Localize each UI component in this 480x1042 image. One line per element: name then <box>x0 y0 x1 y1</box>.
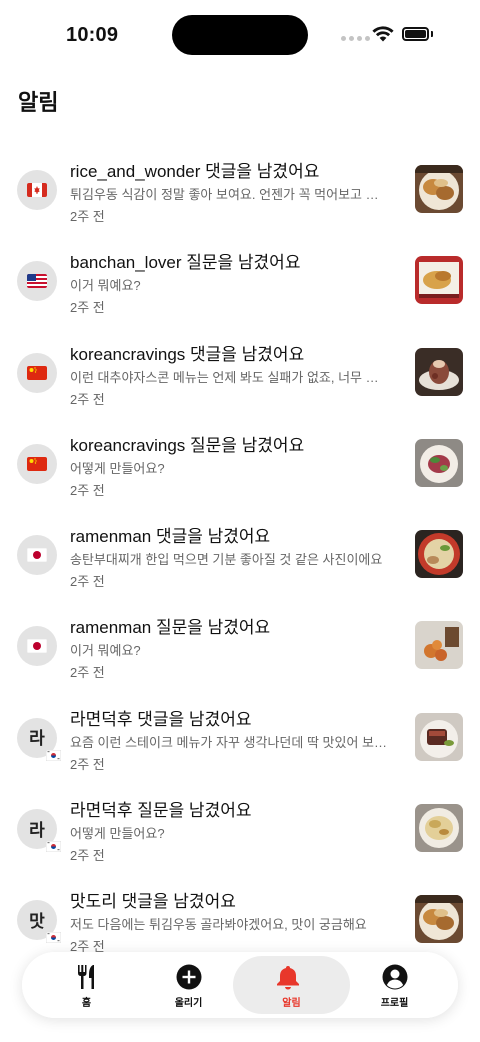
tab-label: 올리기 <box>174 998 203 1009</box>
tab-label: 알림 <box>282 998 301 1009</box>
notification-title: koreancravings 질문을 남겼어요 <box>70 435 305 455</box>
page-title: 알림 <box>18 90 59 115</box>
notification-title: ramenman 댓글을 남겼어요 <box>70 527 271 547</box>
notification-time: 2주 전 <box>70 756 105 772</box>
notification-title: ramenman 질문을 남겼어요 <box>70 618 271 638</box>
avatar: 라 <box>17 717 61 761</box>
notification-title: koreancravings 댓글을 남겼어요 <box>70 344 305 364</box>
notification-time: 2주 전 <box>70 300 105 316</box>
food-thumbnail[interactable] <box>415 347 463 396</box>
notification-item[interactable]: koreancravings 질문을 남겼어요 어떻게 만들어요? 2주 전 <box>0 420 480 511</box>
food-thumbnail[interactable] <box>415 621 463 670</box>
flag-canada-icon <box>27 183 47 197</box>
bell-icon <box>276 966 299 990</box>
food-thumbnail[interactable] <box>415 712 463 761</box>
avatar-initial: 맛 <box>29 911 45 931</box>
avatar-initial: 라 <box>29 820 45 840</box>
notification-message: 이런 대추야자스콘 메뉴는 언제 봐도 실패가 없죠, 너무 맛있어 보여요 <box>70 369 388 385</box>
avatar: 맛 <box>17 900 61 944</box>
notification-item[interactable]: rice_and_wonder 댓글을 남겼어요 튀김우동 식감이 정말 좋아 … <box>0 146 480 237</box>
notification-title: 맛도리 댓글을 남겼어요 <box>70 892 236 912</box>
notification-item[interactable]: banchan_lover 질문을 남겼어요 이거 뭐예요? 2주 전 <box>0 237 480 328</box>
flag-japan-icon <box>27 639 47 654</box>
tab-home[interactable]: 홈 <box>32 952 141 1018</box>
notification-item[interactable]: 라 라면덕후 댓글을 남겼어요 요즘 이런 스테이크 메뉴가 자꾸 생각나던데 … <box>0 694 480 785</box>
fork-knife-icon <box>77 965 94 989</box>
plus-circle-icon <box>176 964 201 990</box>
flag-korea-icon <box>46 932 61 944</box>
battery-icon <box>402 27 429 41</box>
avatar <box>17 626 57 667</box>
signal-icon <box>341 36 370 41</box>
notification-title: 라면덕후 질문을 남겼어요 <box>70 801 252 821</box>
profile-icon <box>382 964 407 990</box>
flag-usa-icon <box>27 274 47 289</box>
flag-korea-icon <box>46 749 61 761</box>
avatar <box>17 352 57 393</box>
avatar <box>17 261 57 302</box>
avatar-initial: 라 <box>29 729 45 749</box>
notification-message: 이거 뭐예요? <box>70 278 141 294</box>
dynamic-island <box>172 15 308 55</box>
tab-notifications[interactable]: 알림 <box>233 952 350 1018</box>
notification-time: 2주 전 <box>70 482 105 498</box>
notification-message: 어떻게 만들어요? <box>70 460 165 476</box>
status-bar: 10:09 <box>0 0 480 70</box>
avatar <box>17 443 57 484</box>
notification-time: 2주 전 <box>70 574 105 590</box>
avatar: 라 <box>17 809 61 853</box>
notification-message: 송탄부대찌개 한입 먹으면 기분 좋아질 것 같은 사진이에요 <box>70 552 383 568</box>
flag-korea-icon <box>46 841 61 853</box>
avatar <box>17 535 57 576</box>
status-time: 10:09 <box>66 24 119 46</box>
wifi-icon <box>372 26 394 42</box>
food-thumbnail[interactable] <box>415 438 463 487</box>
flag-china-icon <box>27 456 47 471</box>
flag-japan-icon <box>27 548 47 563</box>
notification-item[interactable]: 라 라면덕후 질문을 남겼어요 어떻게 만들어요? 2주 전 <box>0 785 480 876</box>
notification-message: 튀김우동 식감이 정말 좋아 보여요. 언젠가 꼭 먹어보고 싶어요! <box>70 187 388 202</box>
notification-item[interactable]: koreancravings 댓글을 남겼어요 이런 대추야자스콘 메뉴는 언제… <box>0 329 480 420</box>
notification-time: 2주 전 <box>70 391 105 407</box>
food-thumbnail[interactable] <box>415 256 463 305</box>
tab-profile[interactable]: 프로필 <box>340 952 449 1018</box>
notification-message: 저도 다음에는 튀김우동 골라봐야겠어요, 맛이 궁금해요 <box>70 917 367 933</box>
notification-title: 라면덕후 댓글을 남겼어요 <box>70 709 252 729</box>
food-thumbnail[interactable] <box>415 530 463 579</box>
food-thumbnail[interactable] <box>415 804 463 853</box>
avatar <box>17 170 57 210</box>
notification-time: 2주 전 <box>70 209 105 224</box>
notification-list: rice_and_wonder 댓글을 남겼어요 튀김우동 식감이 정말 좋아 … <box>0 146 480 968</box>
tab-upload[interactable]: 올리기 <box>134 952 243 1018</box>
flag-china-icon <box>27 365 47 380</box>
notification-item[interactable]: ramenman 질문을 남겼어요 이거 뭐예요? 2주 전 <box>0 602 480 693</box>
notification-message: 요즘 이런 스테이크 메뉴가 자꾸 생각나던데 딱 맛있어 보여요 <box>70 734 388 750</box>
tab-label: 홈 <box>81 998 92 1009</box>
notification-title: banchan_lover 질문을 남겼어요 <box>70 253 301 273</box>
notification-time: 2주 전 <box>70 665 105 681</box>
notification-title: rice_and_wonder 댓글을 남겼어요 <box>70 162 320 181</box>
notification-time: 2주 전 <box>70 848 105 864</box>
notification-message: 어떻게 만들어요? <box>70 826 165 842</box>
tab-bar: 홈 올리기 알림 프로필 <box>22 952 458 1018</box>
tab-label: 프로필 <box>380 998 409 1009</box>
notification-message: 이거 뭐예요? <box>70 643 141 659</box>
food-thumbnail[interactable] <box>415 165 463 213</box>
notification-item[interactable]: ramenman 댓글을 남겼어요 송탄부대찌개 한입 먹으면 기분 좋아질 것… <box>0 511 480 602</box>
food-thumbnail[interactable] <box>415 895 463 944</box>
